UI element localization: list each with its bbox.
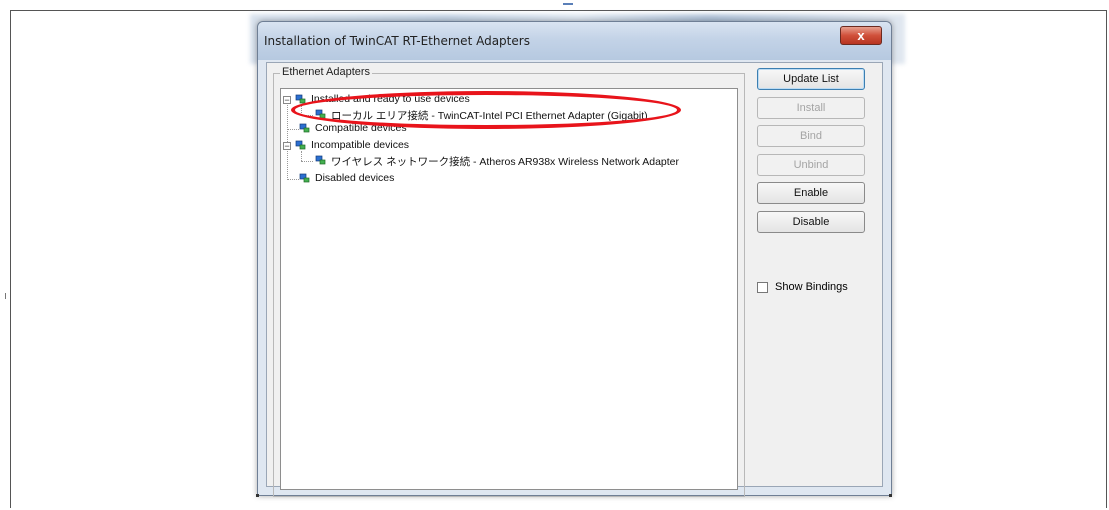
- tree-label-installed: Installed and ready to use devices: [311, 93, 470, 105]
- collapse-icon[interactable]: −: [283, 142, 291, 151]
- install-button[interactable]: Install: [757, 97, 865, 119]
- left-tick: [5, 293, 6, 299]
- group-label: Ethernet Adapters: [280, 66, 373, 78]
- update-list-button[interactable]: Update List: [757, 68, 865, 90]
- twincat-adapter-dialog: Installation of TwinCAT RT-Ethernet Adap…: [257, 21, 892, 497]
- dialog-title: Installation of TwinCAT RT-Ethernet Adap…: [264, 34, 530, 48]
- tree-label-compatible: Compatible devices: [315, 122, 407, 134]
- title-bar[interactable]: Installation of TwinCAT RT-Ethernet Adap…: [258, 22, 891, 60]
- tree-node-installed-adapter[interactable]: ローカル エリア接続 - TwinCAT-Intel PCI Ethernet …: [281, 108, 721, 122]
- unbind-button[interactable]: Unbind: [757, 154, 865, 176]
- tree-label-disabled: Disabled devices: [315, 172, 395, 184]
- tree-node-installed[interactable]: − Installed and ready to use devices: [281, 93, 581, 107]
- dialog-client-area: Ethernet Adapters − Installed and ready …: [266, 62, 883, 497]
- network-adapter-icon: [299, 123, 310, 133]
- close-button[interactable]: x: [840, 26, 882, 45]
- tree-node-incompatible-adapter[interactable]: ワイヤレス ネットワーク接続 - Atheros AR938x Wireless…: [281, 154, 721, 168]
- show-bindings-label: Show Bindings: [775, 281, 848, 293]
- tree-node-incompatible[interactable]: − Incompatible devices: [281, 139, 581, 153]
- tree-node-compatible[interactable]: Compatible devices: [281, 122, 581, 136]
- disable-button[interactable]: Disable: [757, 211, 865, 233]
- network-adapter-icon: [295, 140, 306, 150]
- corner-mark-right: [889, 494, 892, 497]
- tree-label-incompatible-adapter: ワイヤレス ネットワーク接続 - Atheros AR938x Wireless…: [331, 156, 680, 168]
- top-mark: [563, 3, 573, 5]
- ethernet-adapters-group: Ethernet Adapters − Installed and ready …: [273, 66, 745, 497]
- tree-label-installed-adapter: ローカル エリア接続 - TwinCAT-Intel PCI Ethernet …: [331, 110, 648, 122]
- network-adapter-icon: [315, 155, 326, 165]
- network-adapter-icon: [299, 173, 310, 183]
- network-adapter-icon: [295, 94, 306, 104]
- corner-mark-left: [256, 494, 259, 497]
- enable-button[interactable]: Enable: [757, 182, 865, 204]
- bind-button[interactable]: Bind: [757, 125, 865, 147]
- tree-label-incompatible: Incompatible devices: [311, 139, 410, 151]
- network-adapter-icon: [315, 109, 326, 119]
- show-bindings-checkbox[interactable]: [757, 282, 768, 293]
- tree-node-disabled[interactable]: Disabled devices: [281, 172, 581, 186]
- collapse-icon[interactable]: −: [283, 96, 291, 105]
- adapter-tree[interactable]: − Installed and ready to use devices ローカ…: [280, 88, 738, 490]
